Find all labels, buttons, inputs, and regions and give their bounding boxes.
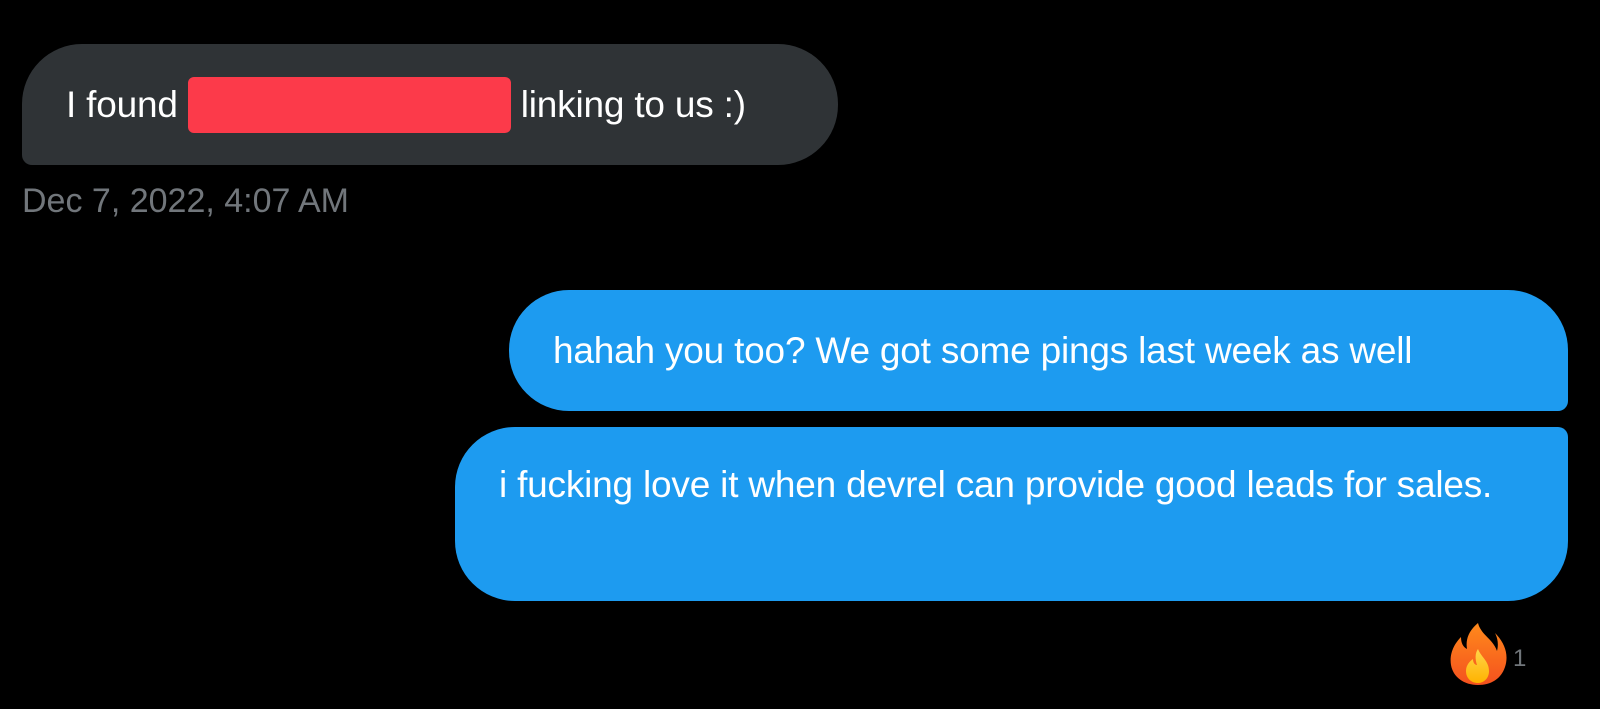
- received-message-bubble[interactable]: I found linking to us :): [22, 44, 838, 165]
- message-text: hahah you too? We got some pings last we…: [553, 330, 1413, 371]
- message-text-after: linking to us :): [520, 84, 746, 125]
- reaction-badge[interactable]: 1: [1447, 622, 1526, 686]
- message-text: i fucking love it when devrel can provid…: [499, 464, 1493, 505]
- sent-message-bubble[interactable]: hahah you too? We got some pings last we…: [509, 290, 1568, 411]
- sent-message-bubble[interactable]: i fucking love it when devrel can provid…: [455, 427, 1568, 601]
- reaction-count: 1: [1513, 645, 1527, 672]
- fire-icon: [1447, 621, 1509, 687]
- message-timestamp: Dec 7, 2022, 4:07 AM: [22, 182, 349, 220]
- redaction-block: [187, 76, 511, 133]
- message-text-before: I found: [66, 84, 178, 125]
